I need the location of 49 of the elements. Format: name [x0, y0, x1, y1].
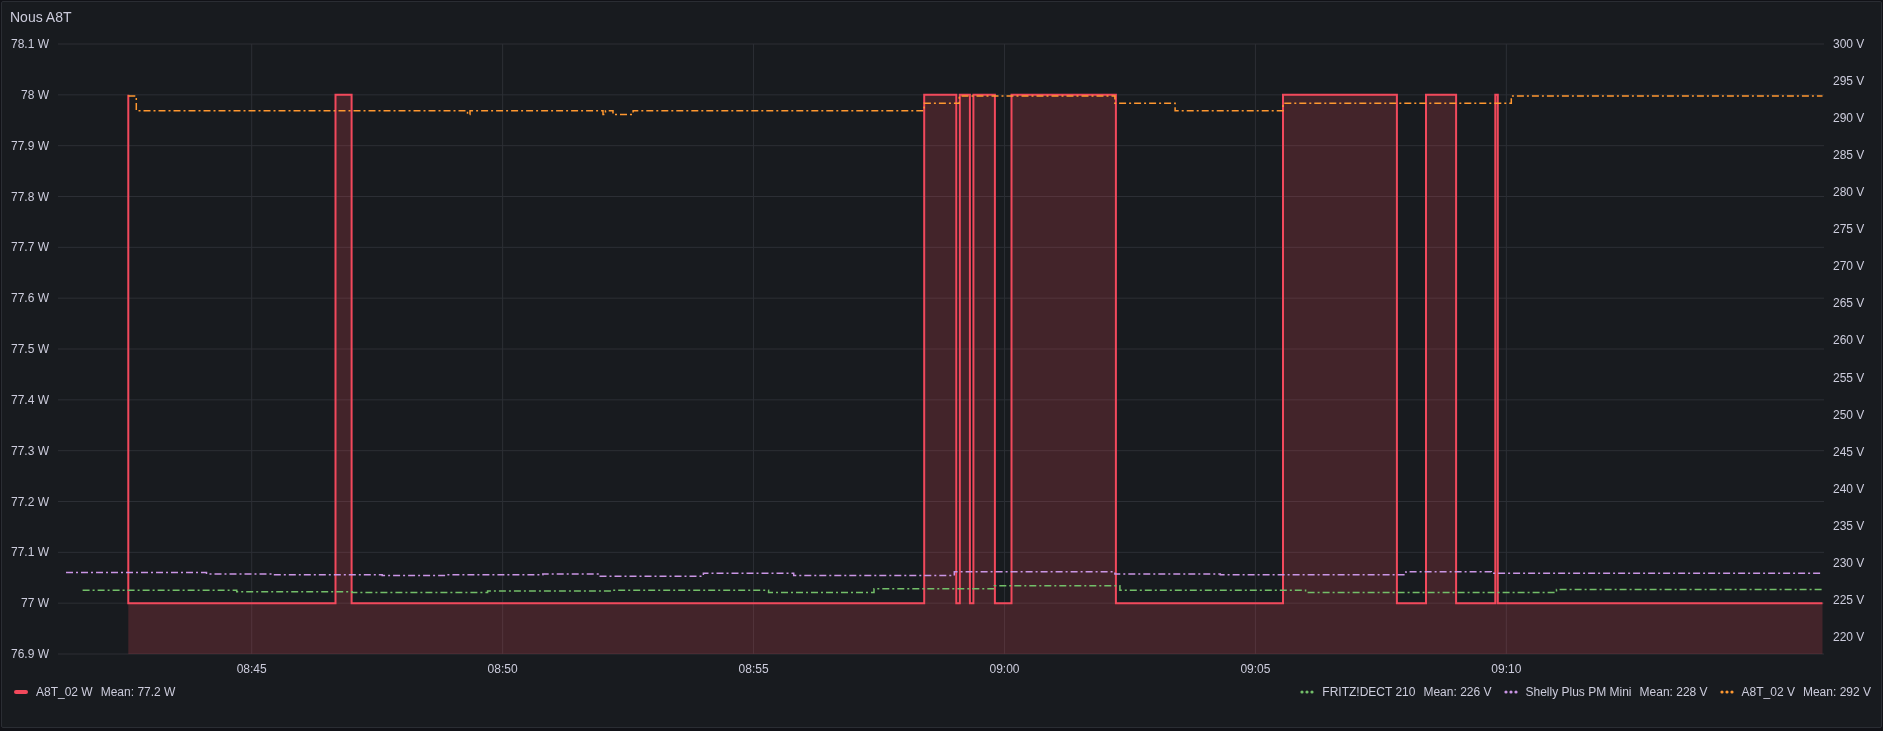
axis-label: 77.8 W [11, 189, 49, 204]
axis-label: 77.7 W [11, 240, 49, 255]
axis-label: 260 V [1833, 333, 1865, 348]
axis-label: 77.4 W [11, 392, 49, 407]
axis-label: 255 V [1833, 370, 1865, 385]
legend-label: A8T_02 V [1741, 685, 1795, 699]
axis-label: 235 V [1833, 518, 1865, 533]
axis-label: 270 V [1833, 259, 1865, 274]
axis-label: 220 V [1833, 629, 1865, 644]
axis-label: 300 V [1833, 37, 1865, 51]
legend-mean: Mean: 226 V [1423, 685, 1492, 699]
axis-label: 77.6 W [11, 291, 49, 306]
axis-label: 08:55 [738, 662, 769, 676]
axis-label: 295 V [1833, 74, 1865, 89]
legend-item[interactable]: A8T_02 W Mean: 77.2 W [14, 685, 176, 699]
axis-label: 245 V [1833, 444, 1865, 459]
axis-label: 280 V [1833, 185, 1865, 200]
axis-label: 265 V [1833, 296, 1865, 311]
legend-mean: Mean: 228 V [1639, 685, 1708, 699]
axis-label: 08:50 [487, 662, 518, 676]
axis-label: 08:45 [236, 662, 267, 676]
axis-label: 09:10 [1491, 662, 1522, 676]
legend-mean: Mean: 77.2 W [100, 685, 176, 699]
panel-title: Nous A8T [9, 8, 73, 25]
axis-label: 275 V [1833, 222, 1865, 237]
axis-label: 77 W [21, 596, 49, 611]
legend-label: A8T_02 W [36, 685, 93, 699]
axis-label: 78 W [21, 87, 49, 102]
legend-item[interactable]: A8T_02 V Mean: 292 V [1719, 685, 1871, 699]
legend-item[interactable]: Shelly Plus PM Mini Mean: 228 V [1503, 685, 1708, 699]
axis-label: 76.9 W [11, 647, 49, 661]
axis-label: 230 V [1833, 555, 1865, 570]
axis-label: 78.1 W [11, 37, 49, 51]
legend-label: FRITZ!DECT 210 [1322, 685, 1416, 699]
axis-label: 09:05 [1240, 662, 1271, 676]
axis-label: 09:00 [989, 662, 1020, 676]
legend-label: Shelly Plus PM Mini [1525, 685, 1632, 699]
legend-item[interactable]: FRITZ!DECT 210 Mean: 226 V [1300, 685, 1492, 699]
axis-label: 77.5 W [11, 342, 49, 356]
axis-label: 285 V [1833, 148, 1865, 163]
axis-label: 240 V [1833, 481, 1865, 496]
axis-label: 77.3 W [11, 443, 49, 458]
legend-mean: Mean: 292 V [1802, 685, 1871, 699]
axis-label: 250 V [1833, 407, 1865, 422]
axis-label: 290 V [1833, 111, 1865, 126]
axis-label: 77.1 W [11, 545, 49, 560]
axis-label: 77.9 W [11, 138, 49, 153]
axis-label: 225 V [1833, 592, 1865, 607]
axis-label: 77.2 W [11, 494, 49, 509]
